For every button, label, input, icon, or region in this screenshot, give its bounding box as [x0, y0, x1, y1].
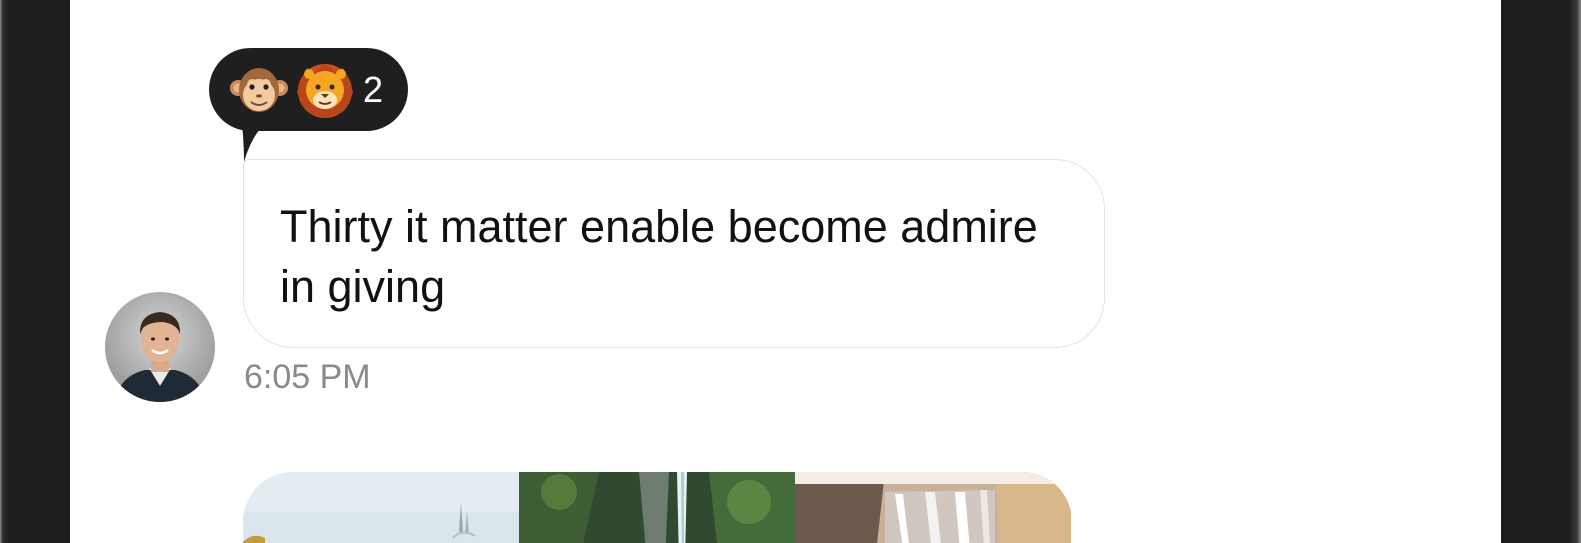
reaction-count: 2: [363, 68, 384, 110]
young-man-portrait-image: [105, 292, 215, 402]
monkey-face-icon: [230, 67, 288, 112]
gallery-image-large-waterfall[interactable]: [795, 472, 1071, 543]
message-timestamp: 6:05 PM: [244, 358, 371, 396]
avatar[interactable]: [105, 292, 215, 402]
image-gallery[interactable]: [243, 472, 1072, 543]
reactions-summary[interactable]: 2: [209, 48, 408, 131]
device-frame-right: [1501, 0, 1581, 543]
gallery-image-snowy-landscape[interactable]: [243, 472, 519, 543]
lion-face-icon: [297, 63, 353, 118]
device-frame-left: [0, 0, 70, 543]
gallery-image-forest-waterfall[interactable]: [519, 472, 795, 543]
chat-screen: 2 Thirty it matter enable become admire …: [70, 0, 1501, 543]
message-text: Thirty it matter enable become admire in…: [280, 201, 1038, 312]
message-bubble[interactable]: Thirty it matter enable become admire in…: [243, 159, 1105, 348]
